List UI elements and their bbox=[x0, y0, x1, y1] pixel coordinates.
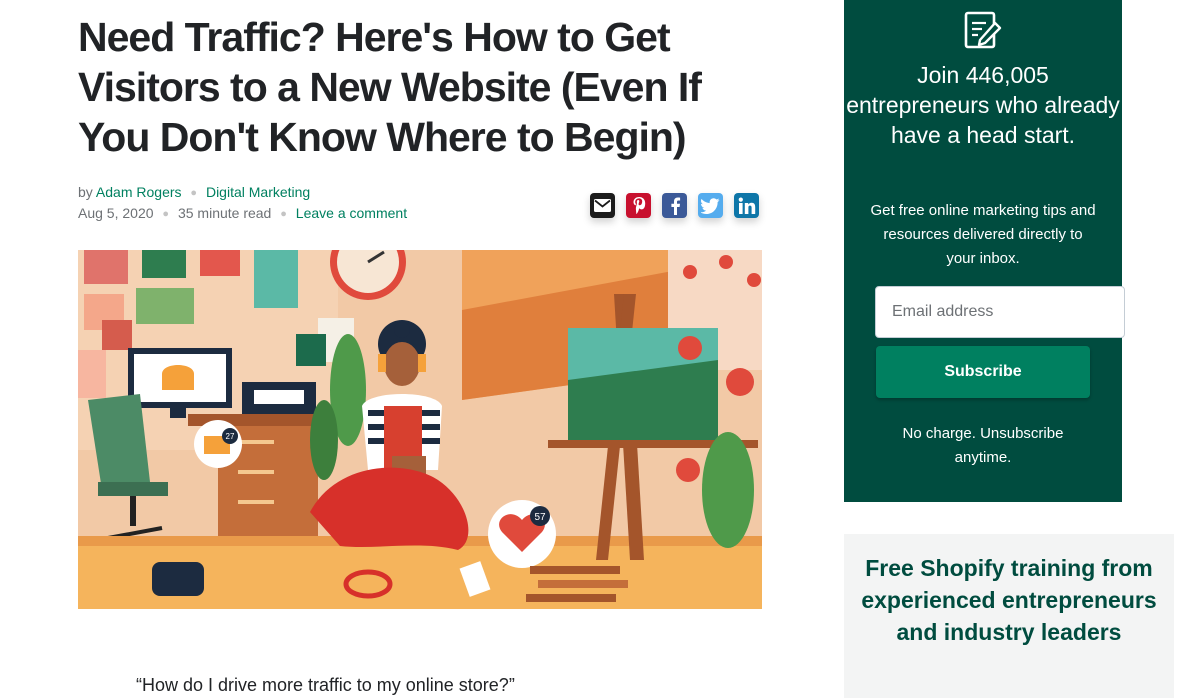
separator-dot: ● bbox=[280, 208, 287, 220]
likes-count-badge: 57 bbox=[534, 512, 546, 523]
hero-illustration: 27 57 bbox=[78, 250, 762, 609]
article-quote: “How do I drive more traffic to my onlin… bbox=[136, 675, 515, 695]
article-title: Need Traffic? Here's How to Get Visitors… bbox=[78, 14, 702, 160]
separator-dot: ● bbox=[190, 187, 198, 199]
leave-comment-link[interactable]: Leave a comment bbox=[296, 205, 407, 221]
share-linkedin-button[interactable] bbox=[734, 193, 759, 218]
training-heading: Free Shopify training from experienced e… bbox=[861, 555, 1157, 645]
byline: by Adam Rogers ● Digital Marketing bbox=[78, 184, 310, 200]
no-charge-note: No charge. Unsubscribe anytime. bbox=[902, 425, 1064, 466]
share-facebook-button[interactable] bbox=[662, 193, 687, 218]
shopify-training-promo[interactable]: Free Shopify training from experienced e… bbox=[844, 534, 1174, 698]
author-link[interactable]: Adam Rogers bbox=[96, 184, 182, 200]
signup-subtext: Get free online marketing tips and resou… bbox=[870, 202, 1096, 267]
separator-dot: ● bbox=[162, 208, 170, 220]
pinterest-icon bbox=[633, 197, 645, 215]
signup-heading: Join 446,005 entrepreneurs who already h… bbox=[846, 62, 1120, 148]
edit-document-icon bbox=[964, 11, 1002, 49]
twitter-icon bbox=[701, 197, 720, 214]
share-twitter-button[interactable] bbox=[698, 193, 723, 218]
read-time: 35 minute read bbox=[177, 205, 272, 221]
byline-prefix: by bbox=[78, 184, 93, 200]
post-info: Aug 5, 2020 ● 35 minute read ● Leave a c… bbox=[78, 205, 407, 221]
subscribe-button[interactable]: Subscribe bbox=[876, 346, 1090, 398]
linkedin-icon bbox=[738, 197, 755, 214]
share-email-button[interactable] bbox=[590, 193, 615, 218]
basket-count-badge: 27 bbox=[226, 432, 235, 441]
post-date: Aug 5, 2020 bbox=[78, 205, 154, 221]
share-buttons bbox=[590, 193, 759, 218]
facebook-icon bbox=[670, 197, 680, 215]
envelope-icon bbox=[594, 199, 611, 212]
category-link[interactable]: Digital Marketing bbox=[206, 184, 310, 200]
share-pinterest-button[interactable] bbox=[626, 193, 651, 218]
email-input[interactable] bbox=[875, 286, 1125, 338]
newsletter-signup-panel: Join 446,005 entrepreneurs who already h… bbox=[844, 0, 1125, 502]
